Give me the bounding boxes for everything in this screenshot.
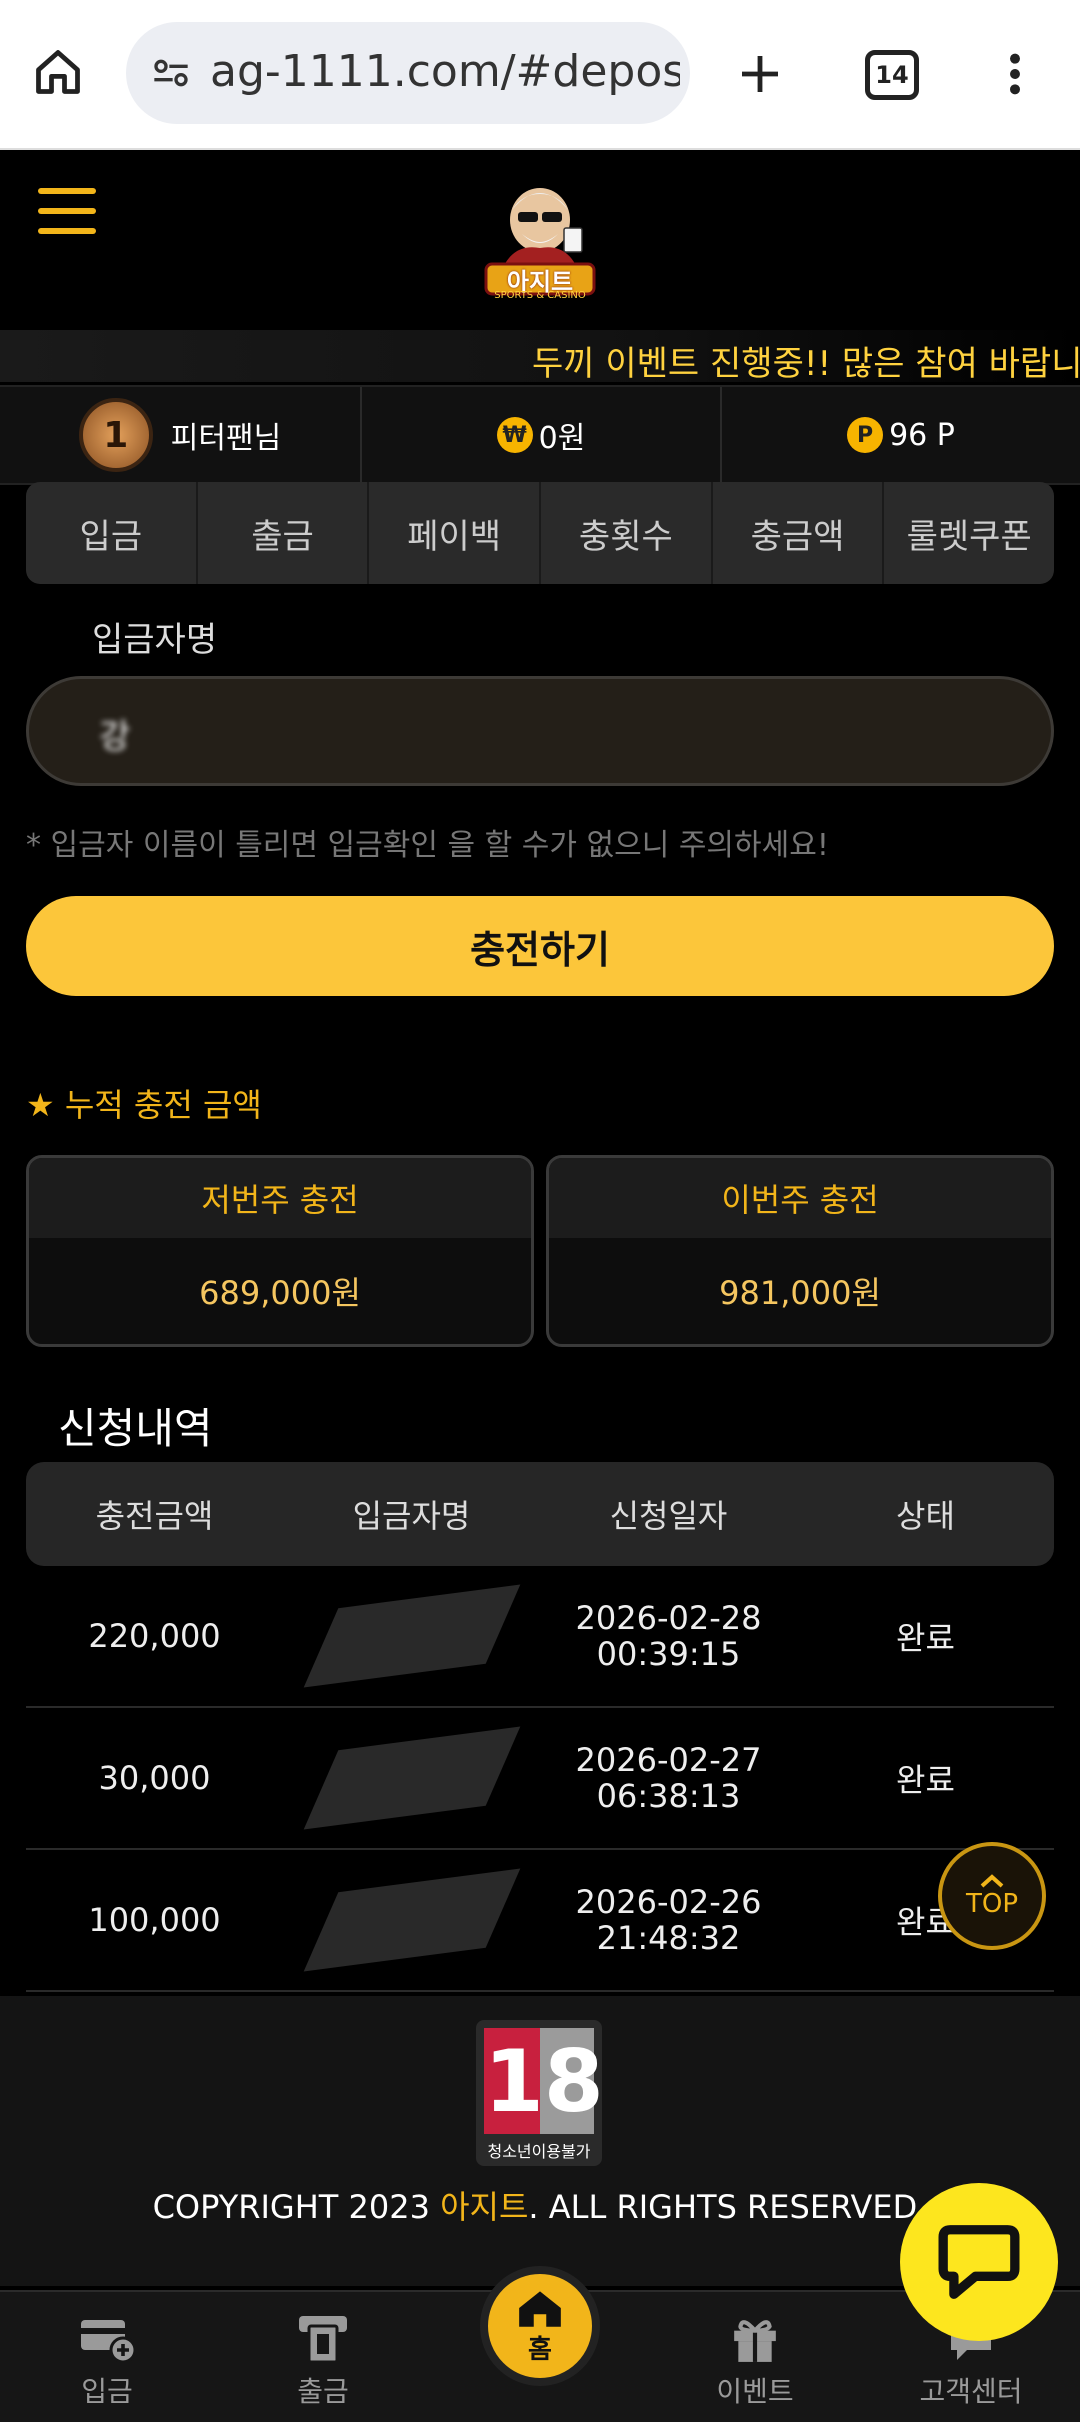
chat-icon xyxy=(938,2225,1020,2299)
gift-icon xyxy=(680,2308,830,2364)
last-week-label: 저번주 충전 xyxy=(29,1158,531,1238)
amount-cell: 30,000 xyxy=(98,1759,211,1797)
tab-switcher-button[interactable]: 14 xyxy=(862,48,922,102)
copyright-suffix: . ALL RIGHTS RESERVED. xyxy=(528,2188,928,2226)
nav-deposit-label: 입금 xyxy=(81,2375,133,2408)
date-text: 2026-02-28 xyxy=(575,1599,762,1637)
warning-note: * 입금자 이름이 틀리면 입금확인 을 할 수가 없으니 주의하세요! xyxy=(26,828,829,863)
amount-cell: 100,000 xyxy=(88,1901,221,1939)
level-medal-icon: 1 xyxy=(78,398,153,472)
browser-bar: ag-1111.com/#deposit 14 xyxy=(0,0,1080,150)
name-cell xyxy=(283,1566,540,1706)
column-header: 신청일자 xyxy=(609,1497,728,1535)
redaction-mark xyxy=(303,1726,520,1830)
date-cell: 2026-02-26 21:48:32 xyxy=(540,1850,797,1990)
url-text: ag-1111.com/#deposit xyxy=(210,46,680,97)
amount-cell: 220,000 xyxy=(88,1617,221,1655)
home-icon xyxy=(519,2290,561,2327)
more-menu-icon[interactable] xyxy=(990,44,1040,104)
depositor-label: 입금자명 xyxy=(92,620,218,660)
won-coin-icon: ₩ xyxy=(496,417,533,453)
user-points[interactable]: P 96 P xyxy=(722,387,1080,483)
history-title: 신청내역 xyxy=(58,1404,213,1453)
age-badge-text: 청소년이용불가 xyxy=(487,2142,591,2161)
table-row: 220,000 2026-02-28 00:39:15 완료 xyxy=(26,1566,1054,1708)
copyright-brand: 아지트 xyxy=(440,2188,529,2226)
user-info-bar: 1 피터팬님 ₩ 0원 P 96 P xyxy=(0,385,1080,485)
logo-subtext: SPORTS & CASINO xyxy=(494,290,586,301)
age-badge-number: 18 xyxy=(484,2032,604,2132)
nav-home-label: 홈 xyxy=(528,2334,552,2365)
column-header: 입금자명 xyxy=(352,1497,471,1535)
tab-charge-count[interactable]: 충횟수 xyxy=(541,482,713,584)
nav-support-label: 고객센터 xyxy=(919,2375,1023,2408)
last-week-box: 저번주 충전 689,000원 xyxy=(26,1155,534,1347)
column-header: 충전금액 xyxy=(95,1497,214,1535)
points-coin-icon: P xyxy=(847,417,884,453)
tab-withdraw[interactable]: 출금 xyxy=(198,482,370,584)
hamburger-menu-icon[interactable] xyxy=(38,188,96,248)
scroll-top-button[interactable]: TOP xyxy=(938,1842,1046,1950)
name-cell xyxy=(283,1850,540,1990)
this-week-value: 981,000원 xyxy=(719,1274,881,1312)
tab-payback[interactable]: 페이백 xyxy=(369,482,542,584)
this-week-box: 이번주 충전 981,000원 xyxy=(546,1155,1054,1347)
time-text: 06:38:13 xyxy=(596,1777,741,1815)
date-cell: 2026-02-28 00:39:15 xyxy=(540,1566,797,1706)
nav-withdraw[interactable]: 출금 xyxy=(248,2308,398,2410)
depositor-name-field[interactable]: 강 xyxy=(26,676,1054,786)
deposit-tabs: 입금 출금 페이백 충횟수 충금액 룰렛쿠폰 xyxy=(26,482,1054,584)
history-table-header: 충전금액 입금자명 신청일자 상태 xyxy=(26,1462,1054,1566)
charge-button[interactable]: 충전하기 xyxy=(26,896,1054,996)
site-logo[interactable]: 아지트 SPORTS & CASINO xyxy=(478,172,602,308)
status-cell: 완료 xyxy=(896,1761,955,1799)
redaction-mark xyxy=(303,1868,520,1972)
column-header: 상태 xyxy=(896,1497,955,1535)
home-icon[interactable] xyxy=(28,42,88,102)
atm-icon xyxy=(248,2308,398,2364)
time-text: 21:48:32 xyxy=(596,1919,741,1957)
time-text: 00:39:15 xyxy=(596,1635,741,1673)
this-week-label: 이번주 충전 xyxy=(549,1158,1051,1238)
last-week-value: 689,000원 xyxy=(199,1274,361,1312)
new-tab-icon[interactable] xyxy=(730,44,790,104)
name-cell xyxy=(283,1708,540,1848)
user-profile[interactable]: 1 피터팬님 xyxy=(0,387,360,483)
date-text: 2026-02-27 xyxy=(575,1741,762,1779)
points-value: 96 P xyxy=(889,417,955,453)
nav-withdraw-label: 출금 xyxy=(297,2375,349,2408)
tab-deposit[interactable]: 입금 xyxy=(26,482,198,584)
table-row: 100,000 2026-02-26 21:48:32 완료 xyxy=(26,1850,1054,1992)
chevron-up-icon xyxy=(980,1874,1004,1888)
copyright-prefix: COPYRIGHT 2023 xyxy=(152,2188,441,2226)
tab-roulette-coupon[interactable]: 룰렛쿠폰 xyxy=(884,482,1054,584)
table-row: 30,000 2026-02-27 06:38:13 완료 xyxy=(26,1708,1054,1850)
user-money[interactable]: ₩ 0원 xyxy=(362,387,720,483)
tab-count: 14 xyxy=(865,50,919,100)
age-restriction-badge: 18 청소년이용불가 xyxy=(476,2020,604,2166)
card-plus-icon xyxy=(32,2308,182,2364)
nav-event[interactable]: 이벤트 xyxy=(680,2308,830,2410)
date-cell: 2026-02-27 06:38:13 xyxy=(540,1708,797,1848)
tab-charge-amount[interactable]: 충금액 xyxy=(713,482,885,584)
depositor-name-value: 강 xyxy=(99,717,131,757)
site-header: 아지트 SPORTS & CASINO xyxy=(0,150,1080,330)
nav-deposit[interactable]: 입금 xyxy=(32,2308,182,2410)
money-value: 0원 xyxy=(538,421,586,456)
top-label: TOP xyxy=(965,1889,1019,1919)
live-chat-button[interactable] xyxy=(900,2183,1058,2341)
status-cell: 완료 xyxy=(896,1619,955,1657)
nav-event-label: 이벤트 xyxy=(716,2375,794,2408)
address-bar[interactable]: ag-1111.com/#deposit xyxy=(126,22,690,124)
notice-marquee: 두끼 이벤트 진행중!! 많은 참여 바랍니다 xyxy=(0,330,1080,382)
nav-home[interactable]: 홈 xyxy=(480,2266,600,2386)
marquee-text: 두끼 이벤트 진행중!! 많은 참여 바랍니다 xyxy=(532,344,1080,382)
date-text: 2026-02-26 xyxy=(575,1883,762,1921)
redaction-mark xyxy=(303,1584,520,1688)
site-settings-icon[interactable] xyxy=(146,50,196,96)
cumulative-title: ★ 누적 충전 금액 xyxy=(26,1086,262,1124)
user-name: 피터팬님 xyxy=(170,421,282,456)
